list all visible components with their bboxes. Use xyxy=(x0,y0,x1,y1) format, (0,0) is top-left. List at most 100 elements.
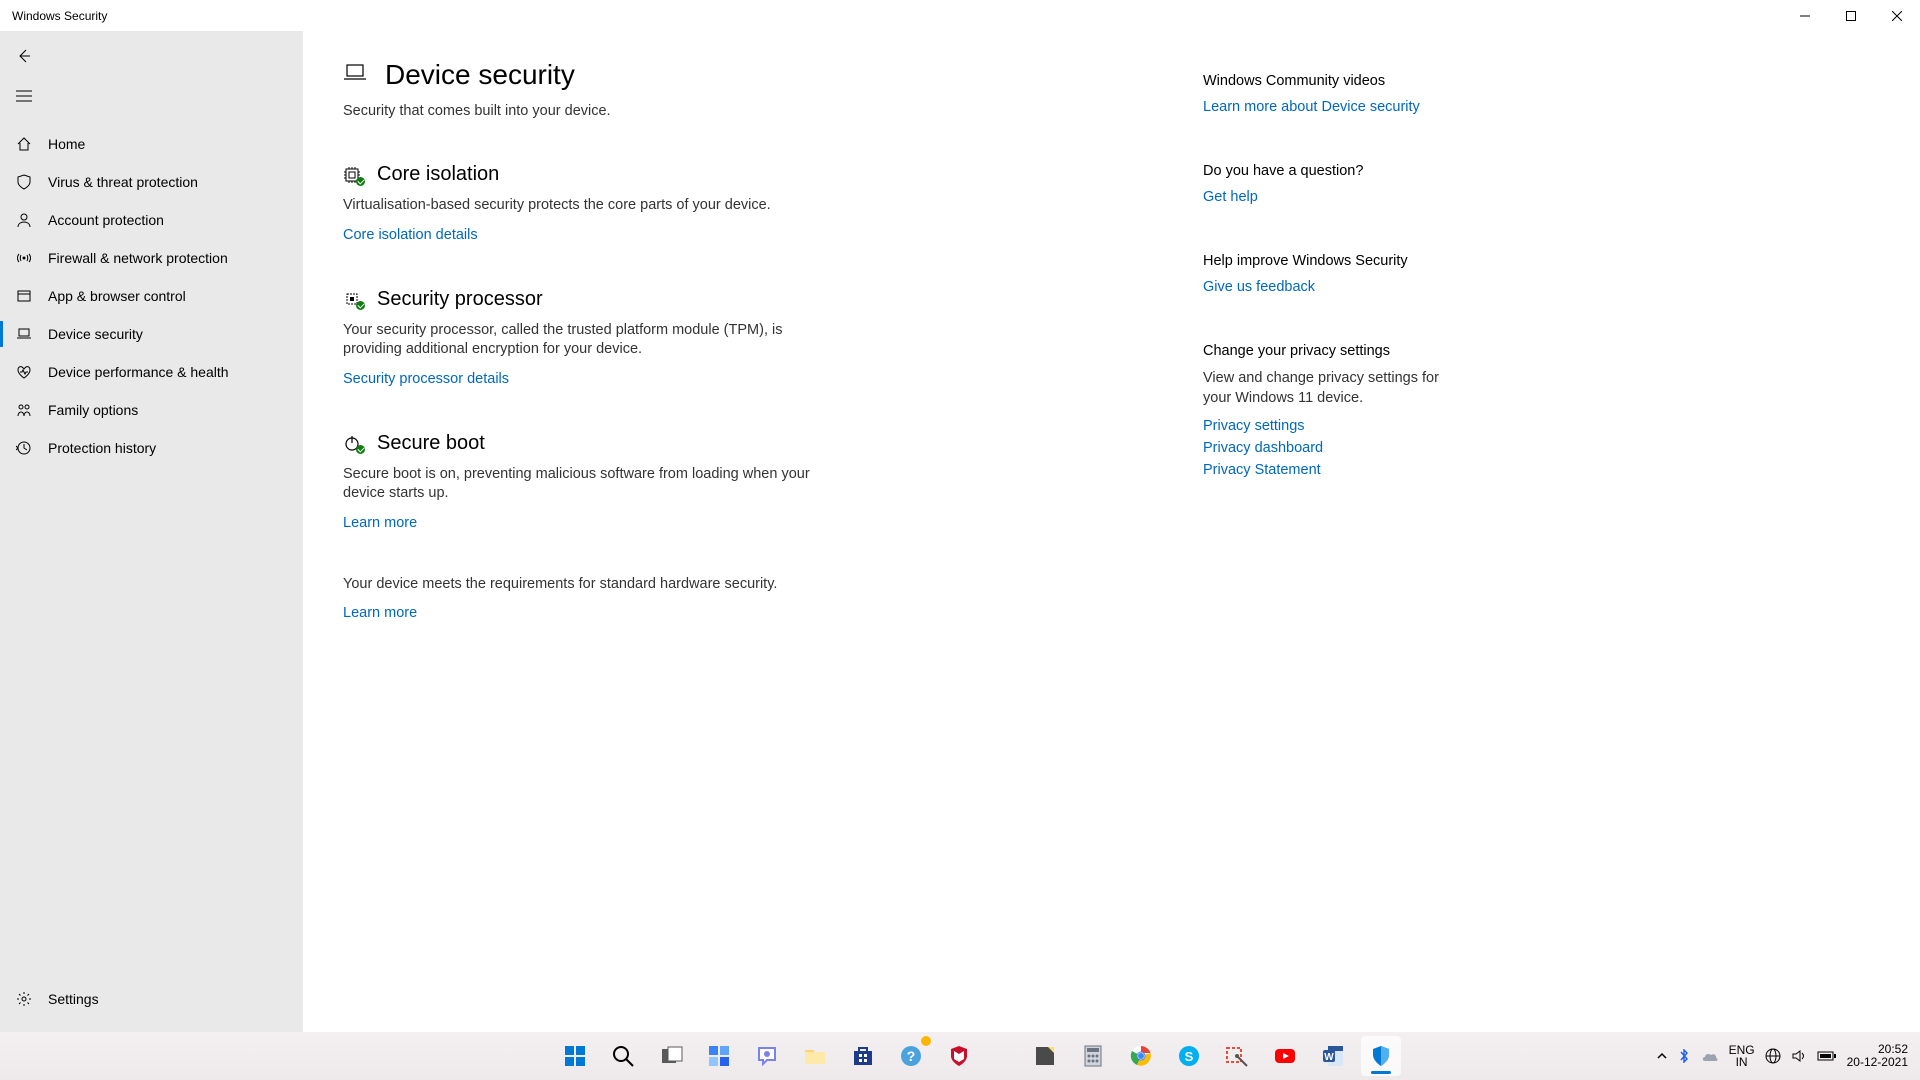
taskbar: ? S W xyxy=(0,1032,1920,1080)
language-indicator[interactable]: ENG IN xyxy=(1729,1044,1755,1068)
sidebar-item-label: Device performance & health xyxy=(48,364,229,380)
main-content-area: Device security Security that comes buil… xyxy=(303,31,1920,1032)
get-help-link[interactable]: Get help xyxy=(1203,189,1463,205)
screen-sketch-button[interactable] xyxy=(1217,1036,1257,1076)
side-group-community: Windows Community videos Learn more abou… xyxy=(1203,73,1463,115)
heart-icon xyxy=(12,364,36,380)
task-view-button[interactable] xyxy=(651,1036,691,1076)
start-button[interactable] xyxy=(555,1036,595,1076)
notification-badge-icon xyxy=(921,1036,931,1046)
windows-security-button[interactable] xyxy=(1361,1036,1401,1076)
core-isolation-details-link[interactable]: Core isolation details xyxy=(343,227,478,243)
calculator-button[interactable] xyxy=(1073,1036,1113,1076)
side-group-improve: Help improve Windows Security Give us fe… xyxy=(1203,253,1463,295)
sidebar-item-firewall[interactable]: Firewall & network protection xyxy=(0,239,303,277)
status-learn-more-link[interactable]: Learn more xyxy=(343,605,417,621)
page-title: Device security xyxy=(385,59,575,91)
onedrive-icon[interactable] xyxy=(1701,1050,1719,1062)
gear-icon xyxy=(12,991,36,1007)
svg-text:W: W xyxy=(1325,1052,1335,1063)
sidebar-item-label: Family options xyxy=(48,402,138,418)
section-description: Your security processor, called the trus… xyxy=(343,321,823,360)
section-secure-boot: Secure boot Secure boot is on, preventin… xyxy=(343,432,823,532)
privacy-dashboard-link[interactable]: Privacy dashboard xyxy=(1203,440,1463,456)
sidebar-item-protection-history[interactable]: Protection history xyxy=(0,429,303,467)
widgets-button[interactable] xyxy=(699,1036,739,1076)
secure-boot-learn-more-link[interactable]: Learn more xyxy=(343,515,417,531)
chrome-button[interactable] xyxy=(1121,1036,1161,1076)
battery-icon[interactable] xyxy=(1817,1050,1837,1062)
status-ok-badge-icon xyxy=(356,301,365,310)
bluetooth-icon[interactable] xyxy=(1677,1049,1691,1063)
youtube-button[interactable] xyxy=(1265,1036,1305,1076)
clock-date: 20-12-2021 xyxy=(1847,1056,1908,1069)
language-bottom: IN xyxy=(1736,1056,1748,1068)
power-icon xyxy=(343,434,361,452)
tray-overflow-button[interactable] xyxy=(1657,1051,1667,1061)
section-description: Secure boot is on, preventing malicious … xyxy=(343,465,823,504)
titlebar: Windows Security xyxy=(0,0,1920,31)
sidebar-item-device-security[interactable]: Device security xyxy=(0,315,303,353)
back-button[interactable] xyxy=(4,39,44,73)
status-ok-badge-icon xyxy=(356,177,365,186)
close-button[interactable] xyxy=(1874,0,1920,31)
word-button[interactable]: W xyxy=(1313,1036,1353,1076)
section-title: Secure boot xyxy=(377,432,485,455)
svg-text:?: ? xyxy=(907,1048,916,1064)
section-security-processor: Security processor Your security process… xyxy=(343,288,823,388)
section-core-isolation: Core isolation Virtualisation-based secu… xyxy=(343,163,823,244)
maximize-button[interactable] xyxy=(1828,0,1874,31)
learn-more-device-security-link[interactable]: Learn more about Device security xyxy=(1203,99,1463,115)
shield-icon xyxy=(12,174,36,190)
network-icon[interactable] xyxy=(1765,1048,1781,1064)
sidebar-item-label: Protection history xyxy=(48,440,156,456)
chip-icon xyxy=(343,166,361,184)
side-column: Windows Community videos Learn more abou… xyxy=(1203,59,1463,1032)
sticky-notes-button[interactable] xyxy=(1025,1036,1065,1076)
file-explorer-button[interactable] xyxy=(795,1036,835,1076)
sidebar-item-label: Account protection xyxy=(48,212,164,228)
minimize-button[interactable] xyxy=(1782,0,1828,31)
home-icon xyxy=(12,136,36,152)
sidebar: Home Virus & threat protection Account p… xyxy=(0,31,303,1032)
hamburger-button[interactable] xyxy=(4,79,44,113)
laptop-icon xyxy=(343,61,367,90)
sidebar-item-label: Firewall & network protection xyxy=(48,250,228,266)
privacy-statement-link[interactable]: Privacy Statement xyxy=(1203,462,1463,478)
skype-button[interactable]: S xyxy=(1169,1036,1209,1076)
side-group-privacy: Change your privacy settings View and ch… xyxy=(1203,343,1463,478)
hardware-security-status: Your device meets the requirements for s… xyxy=(343,576,1163,622)
sidebar-item-account[interactable]: Account protection xyxy=(0,201,303,239)
window-title: Windows Security xyxy=(12,9,107,23)
page-subtitle: Security that comes built into your devi… xyxy=(343,103,1163,119)
get-help-button[interactable]: ? xyxy=(891,1036,931,1076)
laptop-icon xyxy=(12,326,36,342)
microsoft-store-button[interactable] xyxy=(843,1036,883,1076)
window-controls xyxy=(1782,0,1920,31)
side-group-question: Do you have a question? Get help xyxy=(1203,163,1463,205)
taskbar-center: ? S W xyxy=(300,1032,1657,1080)
status-text: Your device meets the requirements for s… xyxy=(343,576,1163,592)
antenna-icon xyxy=(12,250,36,266)
chat-button[interactable] xyxy=(747,1036,787,1076)
sidebar-item-label: Virus & threat protection xyxy=(48,174,198,190)
sidebar-item-home[interactable]: Home xyxy=(0,125,303,163)
sidebar-item-family[interactable]: Family options xyxy=(0,391,303,429)
sidebar-item-settings[interactable]: Settings xyxy=(0,980,303,1018)
sidebar-item-device-perf[interactable]: Device performance & health xyxy=(0,353,303,391)
search-button[interactable] xyxy=(603,1036,643,1076)
mcafee-button[interactable] xyxy=(939,1036,979,1076)
volume-icon[interactable] xyxy=(1791,1048,1807,1064)
sidebar-item-app-browser[interactable]: App & browser control xyxy=(0,277,303,315)
section-title: Core isolation xyxy=(377,163,499,186)
page-header: Device security xyxy=(343,59,1163,91)
privacy-settings-link[interactable]: Privacy settings xyxy=(1203,418,1463,434)
sidebar-item-virus[interactable]: Virus & threat protection xyxy=(0,163,303,201)
sidebar-item-label: Device security xyxy=(48,326,143,342)
security-processor-details-link[interactable]: Security processor details xyxy=(343,371,509,387)
clock[interactable]: 20:52 20-12-2021 xyxy=(1847,1043,1908,1069)
give-feedback-link[interactable]: Give us feedback xyxy=(1203,279,1463,295)
family-icon xyxy=(12,402,36,418)
sidebar-item-label: App & browser control xyxy=(48,288,186,304)
side-heading: Help improve Windows Security xyxy=(1203,253,1463,269)
